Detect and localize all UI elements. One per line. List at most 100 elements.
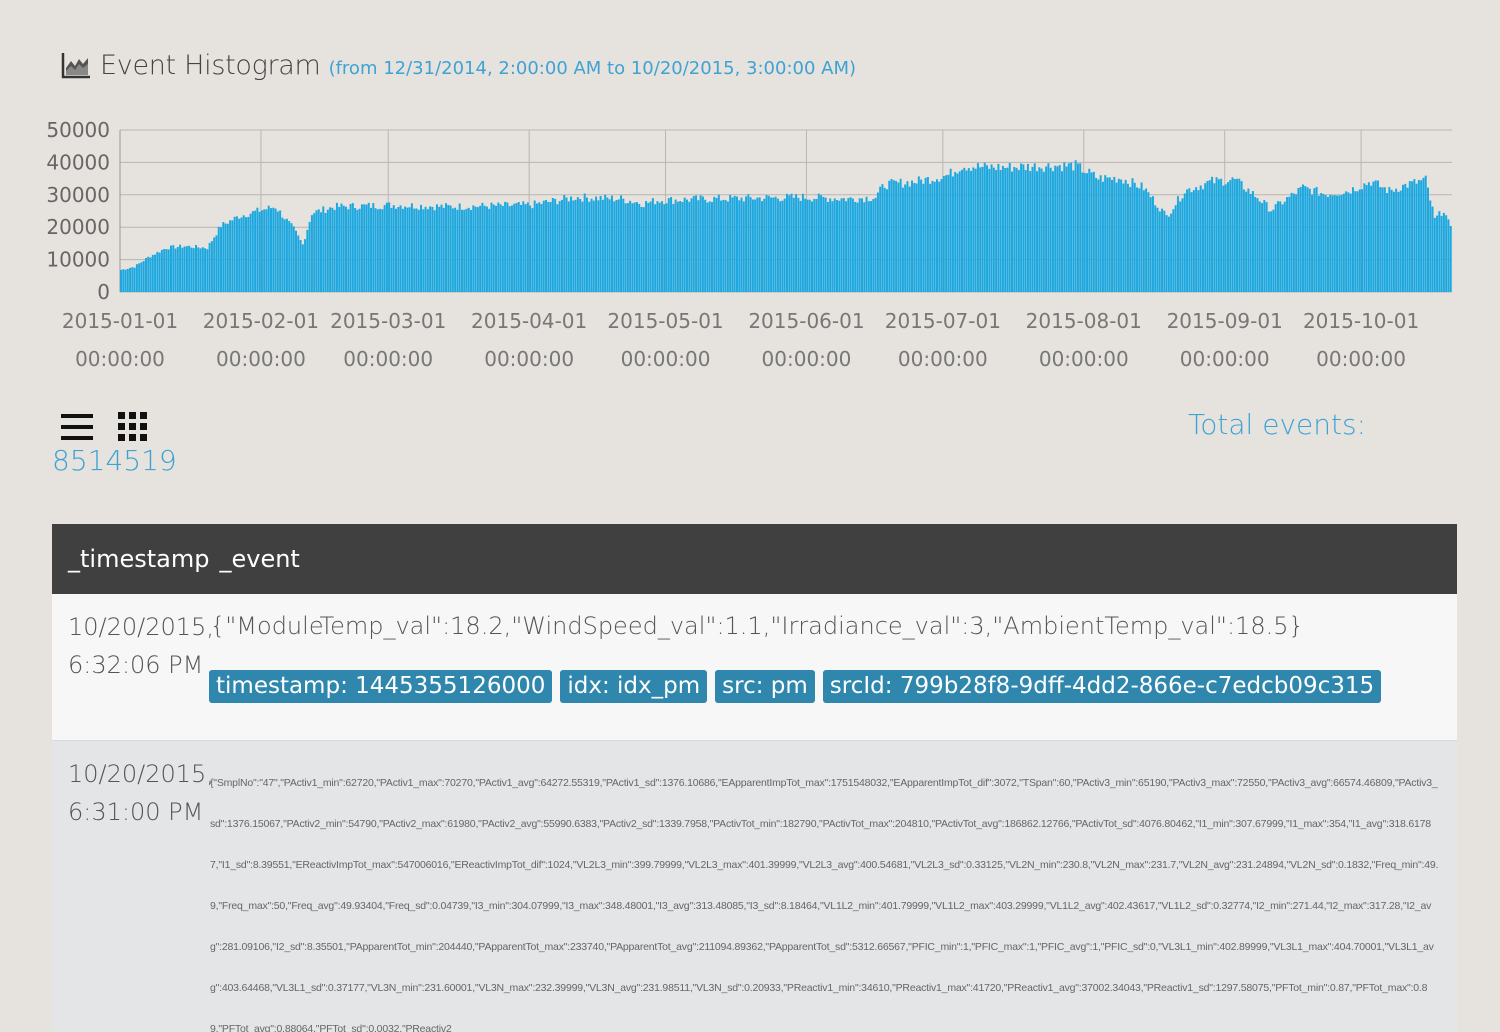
tag-timestamp[interactable]: timestamp: 1445355126000 [209, 670, 553, 703]
histogram-bar[interactable] [822, 196, 825, 292]
histogram-bar[interactable] [1120, 179, 1123, 292]
histogram-bar[interactable] [190, 247, 193, 292]
histogram-bar[interactable] [185, 246, 188, 292]
histogram-bar[interactable] [1217, 179, 1220, 292]
histogram-bar[interactable] [1299, 186, 1302, 292]
histogram-bar[interactable] [333, 209, 336, 292]
histogram-bar[interactable] [1367, 182, 1370, 292]
histogram-bar[interactable] [406, 207, 409, 292]
histogram-bar[interactable] [401, 208, 404, 292]
histogram-bar[interactable] [499, 204, 502, 292]
histogram-bar[interactable] [149, 257, 152, 292]
histogram-bar[interactable] [997, 163, 1000, 292]
histogram-bar[interactable] [492, 204, 495, 292]
histogram-bar[interactable] [474, 206, 477, 292]
histogram-bar[interactable] [288, 221, 291, 292]
histogram-bar[interactable] [526, 202, 529, 292]
histogram-bar[interactable] [1288, 196, 1291, 292]
histogram-bar[interactable] [381, 209, 384, 292]
histogram-bar[interactable] [224, 223, 227, 292]
histogram-bar[interactable] [790, 193, 793, 292]
histogram-bar[interactable] [811, 201, 813, 292]
histogram-bar[interactable] [245, 217, 247, 292]
histogram-bar[interactable] [951, 176, 954, 292]
histogram-bar[interactable] [1286, 197, 1289, 292]
histogram-bar[interactable] [1101, 181, 1104, 292]
histogram-bar[interactable] [1086, 173, 1089, 292]
histogram-bar[interactable] [758, 197, 761, 292]
histogram-bar[interactable] [504, 201, 507, 292]
histogram-bar[interactable] [122, 269, 125, 292]
histogram-bar[interactable] [908, 186, 911, 292]
histogram-bar[interactable] [1261, 203, 1264, 292]
histogram-bar[interactable] [1140, 182, 1143, 292]
histogram-bar[interactable] [451, 208, 454, 292]
histogram-bar[interactable] [322, 206, 325, 292]
histogram-bar[interactable] [1301, 184, 1304, 292]
histogram-bar[interactable] [120, 269, 122, 292]
histogram-bar[interactable] [1397, 191, 1400, 292]
histogram-bar[interactable] [1065, 166, 1068, 292]
histogram-bar[interactable] [229, 220, 232, 292]
histogram-bar[interactable] [1229, 180, 1232, 292]
histogram-bar[interactable] [160, 249, 163, 292]
histogram-bar[interactable] [231, 220, 234, 292]
histogram-bar[interactable] [1401, 184, 1404, 292]
histogram-bar[interactable] [1258, 201, 1261, 292]
histogram-bar[interactable] [615, 199, 618, 292]
histogram-bar[interactable] [370, 207, 373, 292]
histogram-bar[interactable] [535, 203, 538, 292]
column-header-event[interactable]: _event [219, 545, 299, 573]
histogram-bar[interactable] [158, 252, 161, 292]
histogram-bar[interactable] [1245, 191, 1248, 292]
histogram-bar[interactable] [763, 198, 766, 292]
histogram-bar[interactable] [1297, 188, 1300, 292]
histogram-bar[interactable] [1345, 191, 1348, 292]
list-icon[interactable] [60, 412, 94, 442]
histogram-bar[interactable] [663, 204, 666, 292]
histogram-bar[interactable] [538, 202, 541, 292]
histogram-bar[interactable] [642, 207, 645, 292]
histogram-bar[interactable] [1033, 163, 1036, 292]
histogram-bar[interactable] [647, 202, 650, 292]
histogram-bar[interactable] [1097, 179, 1100, 292]
histogram-bar[interactable] [633, 202, 636, 292]
histogram-bar[interactable] [806, 199, 809, 292]
histogram-bar[interactable] [815, 199, 818, 292]
histogram-bar[interactable] [1099, 175, 1102, 292]
histogram-bar[interactable] [283, 219, 286, 292]
histogram-bar[interactable] [824, 197, 827, 292]
histogram-bar[interactable] [520, 204, 523, 292]
histogram-bar[interactable] [1017, 170, 1020, 292]
histogram-bar[interactable] [472, 205, 475, 292]
histogram-bar[interactable] [497, 202, 500, 292]
histogram-bar[interactable] [792, 197, 795, 292]
histogram-bar[interactable] [961, 169, 963, 292]
histogram-bar[interactable] [608, 199, 611, 292]
histogram-bar[interactable] [349, 203, 352, 292]
histogram-bar[interactable] [354, 208, 357, 292]
histogram-bar[interactable] [1074, 160, 1077, 292]
histogram-bar[interactable] [751, 199, 754, 292]
histogram-bar[interactable] [563, 195, 566, 292]
histogram-bar[interactable] [665, 203, 668, 292]
histogram-bar[interactable] [447, 204, 450, 292]
histogram-bar[interactable] [735, 196, 738, 292]
histogram-bar[interactable] [1013, 167, 1016, 292]
histogram-bar[interactable] [1047, 163, 1050, 292]
histogram-bar[interactable] [1131, 178, 1134, 292]
histogram-bar[interactable] [595, 196, 598, 292]
histogram-bar[interactable] [1088, 168, 1091, 292]
histogram-bar[interactable] [1404, 183, 1407, 292]
histogram-bar[interactable] [485, 206, 488, 292]
histogram-bar[interactable] [1115, 182, 1118, 292]
histogram-bar[interactable] [1156, 207, 1159, 292]
histogram-bar[interactable] [1311, 194, 1314, 292]
histogram-bar[interactable] [947, 174, 950, 292]
histogram-bar[interactable] [1233, 178, 1236, 292]
histogram-bar[interactable] [315, 210, 318, 292]
histogram-bar[interactable] [426, 209, 429, 292]
histogram-bar[interactable] [1076, 163, 1079, 292]
histogram-bar[interactable] [233, 216, 236, 292]
histogram-bar[interactable] [1126, 183, 1129, 292]
